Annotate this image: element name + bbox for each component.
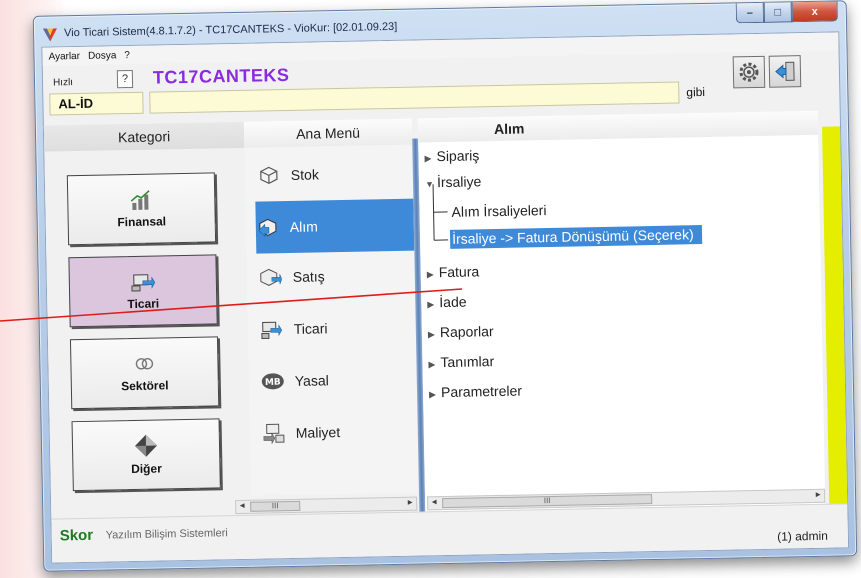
trade-icon [131,274,156,292]
menu-item-alim[interactable]: Alım [255,198,415,254]
code-field[interactable]: AL-İD [49,91,144,116]
expand-arrow-icon: ▶ [426,269,434,280]
category-label: Sektörel [121,378,169,394]
exit-door-icon [775,61,795,81]
app-logo-icon [42,28,57,42]
scroll-right-icon[interactable]: ► [814,490,822,499]
app-window: Vio Ticari Sistem(4.8.1.7.2) - TC17CANTE… [32,0,858,572]
mb-icon: MB [261,369,285,393]
expand-arrow-icon: ▶ [427,329,435,340]
exit-button[interactable] [768,55,802,88]
menu-item-label: Alım [289,218,318,235]
menu-ayarlar[interactable]: Ayarlar [48,50,80,62]
menu-item-label: Yasal [294,372,329,389]
collapse-arrow-icon: ▼ [424,179,435,190]
close-button[interactable]: x [791,1,838,23]
settings-button[interactable] [732,55,766,89]
expand-arrow-icon: ▶ [428,359,436,370]
cube-icon [257,163,281,187]
tree-item-iade[interactable]: ▶ İade [427,294,466,311]
diamond-icon [135,434,158,457]
rings-icon [135,358,154,370]
help-icon[interactable]: ? [116,69,134,89]
box-arrow-icon [256,215,280,239]
company-name: TC17CANTEKS [152,64,290,88]
menu-item-ticari[interactable]: Ticari [259,309,416,348]
cost-icon [262,421,286,445]
category-sektorel-button[interactable]: Sektörel [69,336,220,410]
menu-item-satis[interactable]: Satış [258,257,415,296]
tree-item-fatura[interactable]: ▶ Fatura [427,263,480,280]
brand-subtitle: Yazılım Bilişim Sistemleri [105,527,228,542]
sales-icon [259,265,283,289]
menu-item-label: Stok [290,166,320,183]
window-title: Vio Ticari Sistem(4.8.1.7.2) - TC17CANTE… [63,20,398,40]
yellow-side-bar [822,126,848,517]
menu-help[interactable]: ? [124,50,130,61]
tree-item-irsaliye[interactable]: ▼ İrsaliye [425,173,482,190]
menu-item-maliyet[interactable]: Maliyet [261,413,418,452]
scroll-left-icon[interactable]: ◄ [238,501,246,510]
category-label: Ticari [127,296,160,312]
expand-arrow-icon: ▶ [428,389,437,400]
category-diger-button[interactable]: Diğer [71,418,221,492]
scroll-left-icon[interactable]: ◄ [430,497,438,506]
search-suffix: gibi [686,84,706,100]
category-label: Diğer [130,461,162,477]
window-controls: – □ x [735,1,838,24]
tree-panel: Alım ▶ Sipariş ▼ İrsaliye Alım İrsaliyeler… [417,110,826,535]
client-area: Ayarlar Dosya ? Hızlı ? TC17CANTEKS AL-İ… [41,31,850,564]
tree-item-tanimlar[interactable]: ▶ Tanımlar [428,353,494,370]
gear-icon [739,62,759,82]
chart-icon [130,190,150,210]
menu-item-yasal[interactable]: MB Yasal [260,361,417,400]
category-header: Kategori [43,121,245,152]
maximize-button[interactable]: □ [763,2,793,23]
tree-item-raporlar[interactable]: ▶ Raporlar [428,323,494,340]
selected-tree-label: İrsaliye -> Fatura Dönüşümü (Seçerek) [449,225,702,249]
menu-item-label: Satış [292,268,325,285]
scroll-right-icon[interactable]: ► [406,498,414,507]
minimize-button[interactable]: – [735,2,765,24]
menu-dosya[interactable]: Dosya [88,50,117,62]
trade-icon [260,317,284,341]
current-user: (1) admin [777,528,828,544]
quick-label: Hızlı [52,77,74,89]
expand-arrow-icon: ▶ [427,299,435,310]
category-finansal-button[interactable]: Finansal [66,172,217,246]
tree-item-alim-irsaliyeleri[interactable]: Alım İrsaliyeleri [451,202,546,220]
menu-item-label: Maliyet [295,424,341,441]
scroll-thumb[interactable]: III [250,500,301,512]
tree-item-donusum[interactable]: İrsaliye -> Fatura Dönüşümü (Seçerek) [449,225,702,249]
expand-arrow-icon: ▶ [424,153,432,164]
main-menu-header: Ana Menü [243,118,413,148]
tree-item-parametreler[interactable]: ▶ Parametreler [429,383,522,401]
category-label: Finansal [117,214,167,230]
scroll-thumb[interactable]: III [442,494,653,509]
tree-item-siparis[interactable]: ▶ Sipariş [424,147,479,164]
category-ticari-button[interactable]: Ticari [68,254,218,328]
main-menu-panel: Stok Alım Satış Ticari MB Yasal Maliyet [244,144,419,496]
brand-logo-text: Skor [59,526,94,545]
menu-item-label: Ticari [293,320,328,337]
svg-text:MB: MB [265,378,281,388]
menu-item-stok[interactable]: Stok [257,155,414,194]
